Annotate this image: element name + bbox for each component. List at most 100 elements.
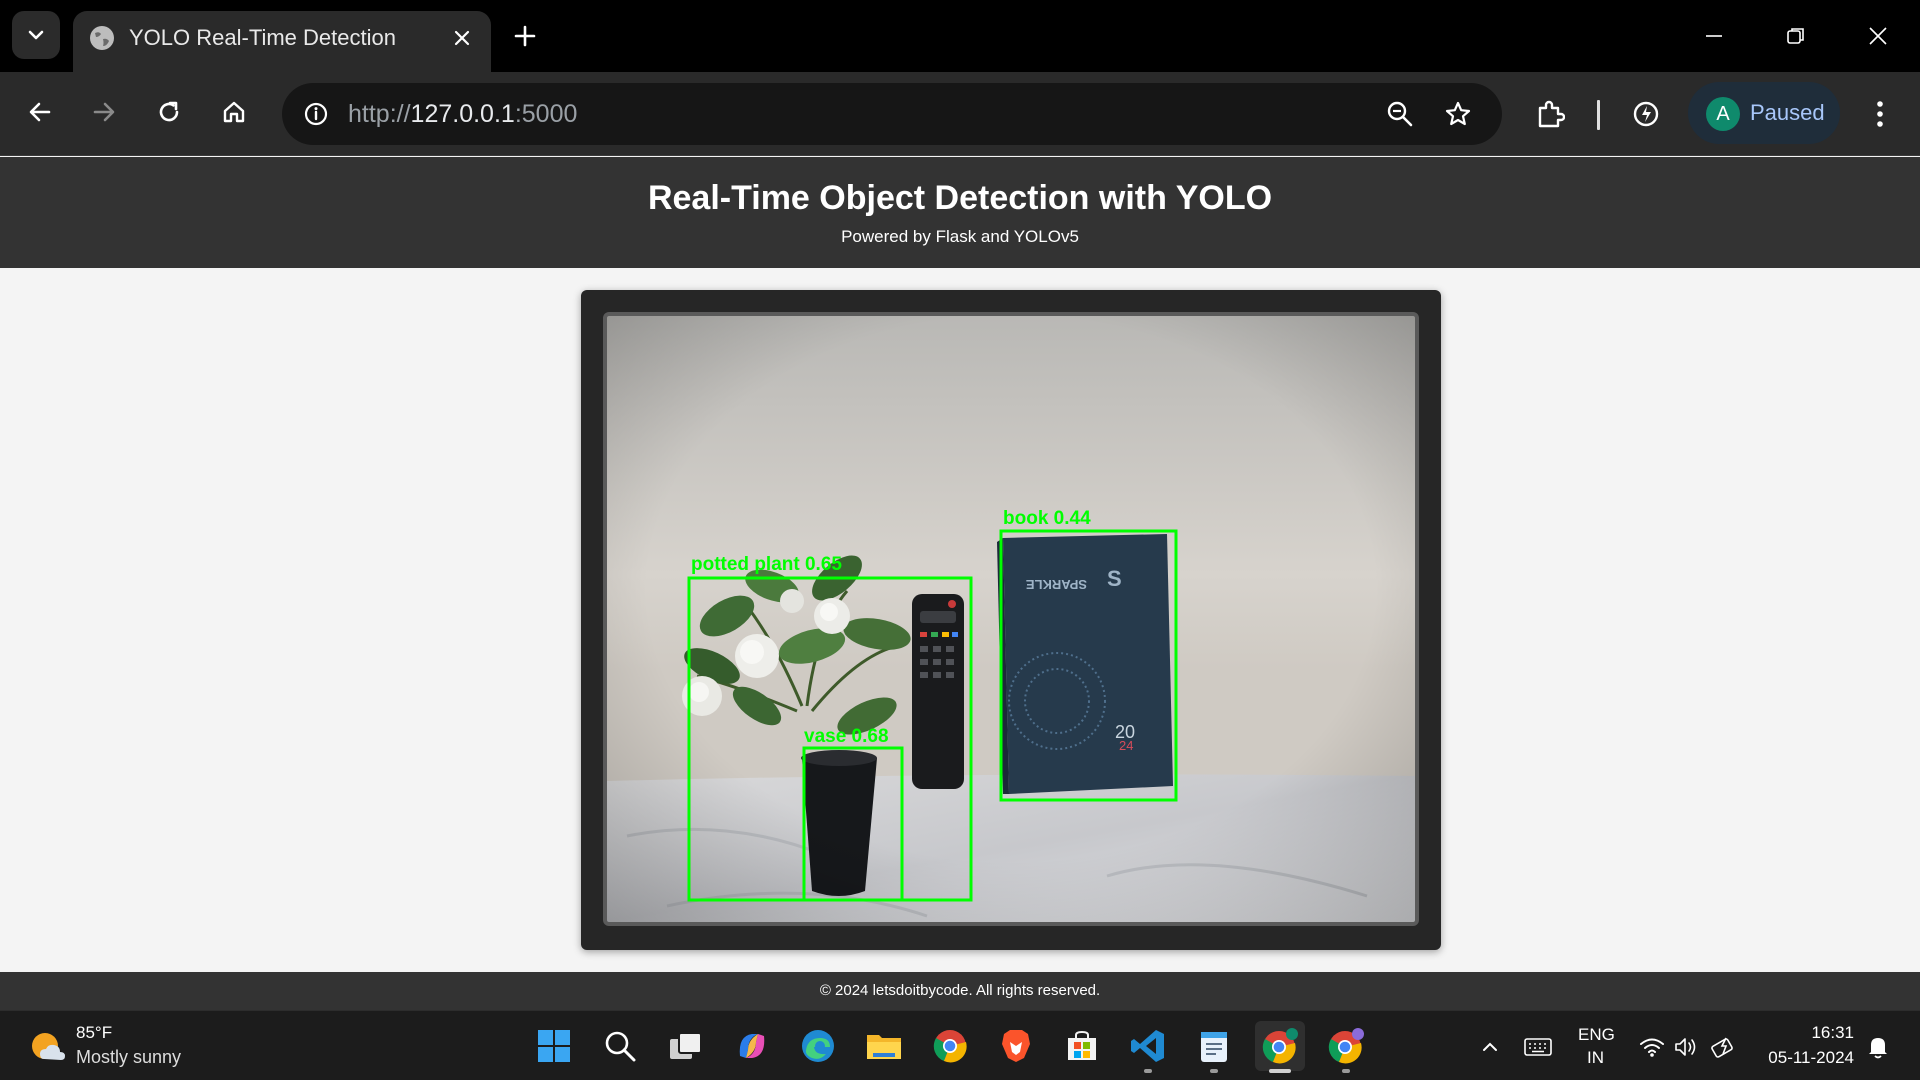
detection-label-book: book 0.44: [1003, 508, 1091, 529]
plus-icon: [514, 25, 536, 47]
start-icon: [538, 1030, 570, 1062]
browser-toolbar: http://127.0.0.1:5000 A Paused: [0, 72, 1920, 156]
browser-tab-active[interactable]: YOLO Real-Time Detection: [73, 11, 491, 72]
show-hidden-icons-button[interactable]: [1474, 1031, 1506, 1063]
profile-status: Paused: [1750, 100, 1825, 125]
detection-label-potted-plant: potted plant 0.65: [691, 554, 842, 575]
reload-button[interactable]: [147, 90, 191, 134]
home-icon: [223, 101, 245, 123]
file-explorer-icon: [867, 1035, 901, 1059]
video-border: SPARKLE S 20 24 potted plant 0.65 vase 0…: [603, 312, 1419, 926]
star-icon: [1445, 101, 1471, 126]
puzzle-icon: [1538, 100, 1565, 128]
vscode-button[interactable]: [1123, 1021, 1173, 1073]
battery-button[interactable]: [1708, 1031, 1740, 1063]
browser-menu-button[interactable]: [1858, 92, 1902, 136]
chrome-profile-2-button[interactable]: [1321, 1021, 1371, 1073]
url-scheme: http://: [348, 100, 411, 128]
reload-icon: [159, 101, 179, 122]
video-container: SPARKLE S 20 24 potted plant 0.65 vase 0…: [581, 290, 1441, 950]
task-view-icon: [670, 1032, 702, 1059]
more-vertical-icon: [1877, 101, 1883, 127]
chrome-profile-2-icon: [1328, 1028, 1364, 1064]
arrow-right-icon: [93, 102, 115, 122]
video-feed: SPARKLE S 20 24 potted plant 0.65 vase 0…: [607, 316, 1415, 922]
performance-button[interactable]: [1624, 92, 1668, 136]
wifi-icon: [1640, 1038, 1664, 1057]
address-bar[interactable]: http://127.0.0.1:5000: [282, 83, 1502, 145]
running-indicator: [1144, 1069, 1152, 1073]
notifications-button[interactable]: [1862, 1031, 1894, 1063]
file-explorer-button[interactable]: [859, 1021, 909, 1071]
volume-icon: [1675, 1038, 1696, 1056]
chrome-profile-button[interactable]: [1255, 1021, 1305, 1073]
brave-button[interactable]: [991, 1021, 1041, 1071]
tab-search-button[interactable]: [12, 11, 60, 59]
detection-label-vase: vase 0.68: [804, 726, 889, 747]
taskbar-search-button[interactable]: [595, 1021, 645, 1071]
taskbar: 85°F Mostly sunny ENG IN 16:31 05-11-202…: [0, 1010, 1920, 1080]
globe-icon: [90, 26, 114, 50]
new-tab-button[interactable]: [508, 16, 542, 56]
restore-icon: [1787, 28, 1804, 44]
site-info-button[interactable]: [298, 96, 334, 132]
brave-icon: [1002, 1030, 1030, 1062]
battery-charging-icon: [1711, 1037, 1733, 1058]
close-icon: [454, 30, 470, 46]
running-indicator: [1210, 1069, 1218, 1073]
zoom-out-icon: [1387, 101, 1413, 127]
speed-icon: [1633, 101, 1659, 127]
input-region[interactable]: IN: [1587, 1048, 1604, 1068]
chrome-profile-icon: [1262, 1028, 1298, 1064]
input-language[interactable]: ENG: [1578, 1025, 1615, 1045]
running-indicator: [1342, 1069, 1350, 1073]
profile-button[interactable]: A Paused: [1688, 82, 1840, 144]
notepad-icon: [1201, 1032, 1227, 1062]
zoom-button[interactable]: [1382, 96, 1418, 132]
search-icon: [605, 1031, 636, 1062]
close-window-button[interactable]: [1854, 14, 1902, 58]
page-subtitle: Powered by Flask and YOLOv5: [841, 227, 1079, 246]
clock-time[interactable]: 16:31: [1811, 1023, 1854, 1043]
bell-icon: [1869, 1038, 1887, 1059]
task-view-button[interactable]: [661, 1021, 711, 1071]
chevron-up-icon: [1483, 1042, 1497, 1051]
clock-date[interactable]: 05-11-2024: [1768, 1048, 1854, 1068]
weather-temperature[interactable]: 85°F: [76, 1023, 112, 1043]
edge-button[interactable]: [793, 1021, 843, 1071]
weather-sunny-icon[interactable]: [28, 1029, 68, 1065]
notepad-button[interactable]: [1189, 1021, 1239, 1073]
avatar: A: [1706, 97, 1740, 131]
minimize-icon: [1706, 35, 1722, 37]
close-tab-button[interactable]: [447, 23, 477, 53]
home-button[interactable]: [212, 90, 256, 134]
store-icon: [1068, 1030, 1096, 1060]
url-port: :5000: [514, 100, 578, 128]
chrome-icon: [933, 1030, 967, 1063]
start-button[interactable]: [529, 1021, 579, 1071]
extensions-button[interactable]: [1528, 92, 1572, 136]
store-button[interactable]: [1057, 1021, 1107, 1071]
network-button[interactable]: [1636, 1031, 1668, 1063]
copyright-text: © 2024 letsdoitbycode. All rights reserv…: [819, 982, 1101, 999]
chrome-button[interactable]: [925, 1021, 975, 1071]
restore-button[interactable]: [1772, 14, 1820, 58]
arrow-left-icon: [29, 102, 51, 122]
edge-icon: [802, 1030, 834, 1062]
touch-keyboard-button[interactable]: [1522, 1031, 1554, 1063]
page-footer: © 2024 letsdoitbycode. All rights reserv…: [0, 972, 1920, 1010]
minimize-button[interactable]: [1690, 14, 1738, 58]
forward-button[interactable]: [82, 90, 126, 134]
copilot-button[interactable]: [727, 1021, 777, 1071]
bookmark-button[interactable]: [1440, 96, 1476, 132]
url-text: http://127.0.0.1:5000: [348, 100, 577, 129]
info-icon: [304, 102, 328, 126]
back-button[interactable]: [18, 90, 62, 134]
tab-title: YOLO Real-Time Detection: [129, 25, 396, 50]
copilot-icon: [739, 1034, 765, 1058]
weather-description[interactable]: Mostly sunny: [76, 1047, 181, 1068]
url-host: 127.0.0.1: [410, 100, 515, 128]
volume-button[interactable]: [1670, 1031, 1702, 1063]
active-indicator: [1269, 1069, 1291, 1073]
page-title: Real-Time Object Detection with YOLO: [647, 179, 1273, 217]
